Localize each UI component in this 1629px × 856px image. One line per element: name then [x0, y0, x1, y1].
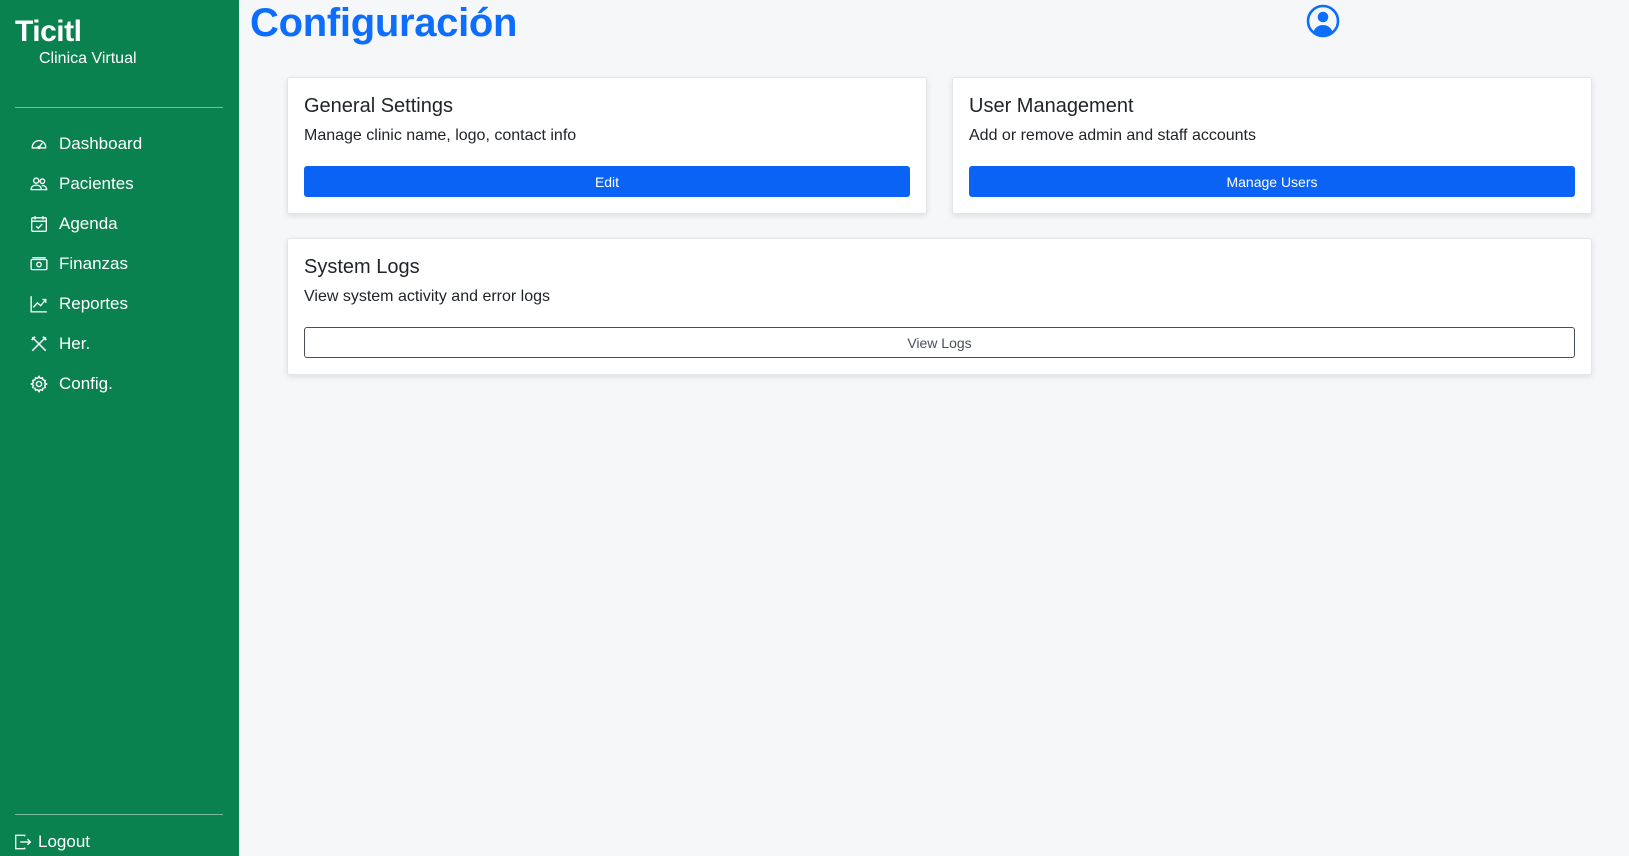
- sidebar-item-herramientas[interactable]: Her.: [0, 324, 239, 364]
- sidebar-divider-bottom: [15, 814, 223, 815]
- card-title: General Settings: [304, 95, 453, 117]
- calendar-check-icon: [29, 214, 49, 234]
- card-title: User Management: [969, 95, 1134, 117]
- graph-up-icon: [29, 294, 49, 314]
- user-avatar-icon[interactable]: [1306, 4, 1340, 38]
- general-settings-card: General Settings Manage clinic name, log…: [287, 77, 927, 214]
- sidebar-item-label: Pacientes: [59, 174, 134, 193]
- manage-users-button[interactable]: Manage Users: [969, 166, 1575, 197]
- sidebar-item-reportes[interactable]: Reportes: [0, 284, 239, 324]
- sidebar: Ticitl Clinica Virtual Dashboard Pacient…: [0, 0, 239, 856]
- brand-subtitle: Clinica Virtual: [39, 50, 137, 67]
- page-title: Configuración: [250, 1, 518, 45]
- logout-button[interactable]: Logout: [14, 832, 90, 852]
- sidebar-item-label: Agenda: [59, 214, 118, 233]
- edit-button[interactable]: Edit: [304, 166, 910, 197]
- people-icon: [29, 174, 49, 194]
- sidebar-item-label: Config.: [59, 374, 113, 393]
- tools-icon: [29, 334, 49, 354]
- view-logs-button[interactable]: View Logs: [304, 327, 1575, 358]
- logout-label: Logout: [38, 832, 90, 851]
- brand[interactable]: Ticitl Clinica Virtual: [15, 14, 137, 68]
- speedometer-icon: [29, 134, 49, 154]
- user-management-card: User Management Add or remove admin and …: [952, 77, 1592, 214]
- sidebar-item-pacientes[interactable]: Pacientes: [0, 164, 239, 204]
- card-text: View system activity and error logs: [304, 288, 551, 305]
- sidebar-item-label: Dashboard: [59, 134, 143, 153]
- sidebar-item-label: Finanzas: [59, 254, 128, 273]
- box-arrow-right-icon: [14, 832, 32, 852]
- sidebar-item-finanzas[interactable]: Finanzas: [0, 244, 239, 284]
- sidebar-nav: Dashboard Pacientes Agenda Finanzas Repo…: [0, 124, 239, 404]
- gear-icon: [29, 374, 49, 394]
- sidebar-item-config[interactable]: Config.: [0, 364, 239, 404]
- card-text: Manage clinic name, logo, contact info: [304, 127, 577, 144]
- sidebar-item-dashboard[interactable]: Dashboard: [0, 124, 239, 164]
- cash-icon: [29, 254, 49, 274]
- brand-title: Ticitl: [15, 15, 82, 48]
- system-logs-card: System Logs View system activity and err…: [287, 238, 1592, 375]
- sidebar-item-agenda[interactable]: Agenda: [0, 204, 239, 244]
- sidebar-item-label: Her.: [59, 334, 91, 353]
- sidebar-divider-top: [15, 107, 223, 108]
- card-title: System Logs: [304, 256, 420, 278]
- sidebar-item-label: Reportes: [59, 294, 128, 313]
- card-text: Add or remove admin and staff accounts: [969, 127, 1256, 144]
